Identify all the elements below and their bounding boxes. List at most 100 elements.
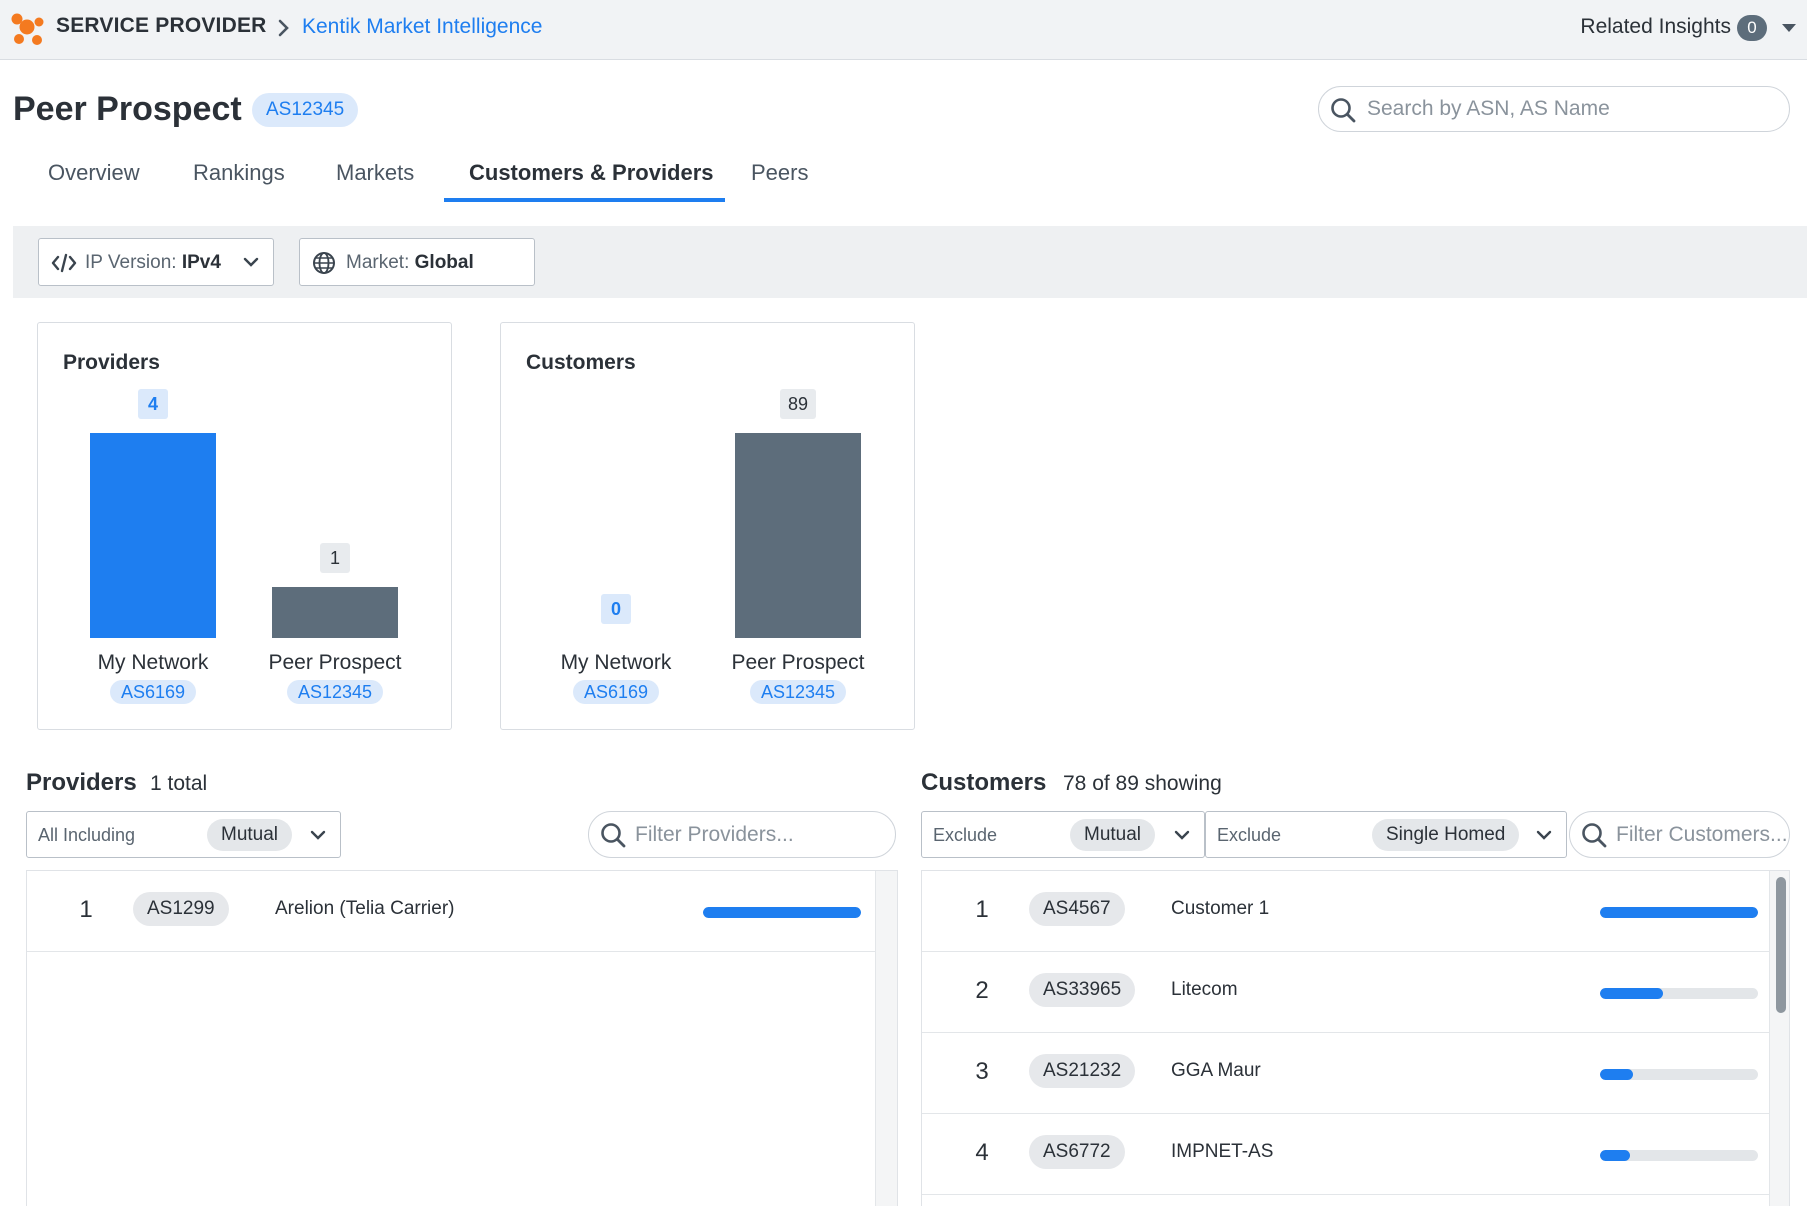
customers-scrollbar-thumb[interactable] [1776, 877, 1786, 1013]
chart-bar[interactable] [272, 587, 398, 638]
breadcrumb-app-link[interactable]: Kentik Market Intelligence [302, 15, 542, 39]
bar-asn-badge[interactable]: AS6169 [110, 680, 197, 704]
providers-filter[interactable] [588, 811, 896, 858]
bar-category-label: Peer Prospect [731, 651, 865, 674]
kentik-logo-icon[interactable] [10, 12, 46, 48]
providers-chart-title: Providers [63, 351, 160, 374]
row-share-fill [1600, 1150, 1631, 1161]
tab-rankings[interactable]: Rankings [193, 160, 285, 186]
active-tab-indicator [444, 198, 725, 202]
row-share-fill [703, 907, 861, 918]
tab-markets[interactable]: Markets [336, 160, 414, 186]
chart-bar[interactable] [735, 433, 861, 638]
customers-showing: 78 of 89 showing [1063, 772, 1222, 795]
customers-select1-chip: Mutual [1070, 819, 1156, 851]
ip-version-dropdown[interactable]: IP Version: IPv4 [38, 238, 274, 286]
providers-chart-card: Providers 4 My Network AS6169 1 Peer Prospec… [37, 322, 452, 730]
bar-category-label: My Network [560, 651, 672, 674]
chart-bar[interactable] [90, 433, 216, 638]
chevron-down-icon [310, 830, 326, 840]
table-row[interactable]: 4 AS6772 IMPNET-AS [922, 1114, 1769, 1195]
providers-table: 1 AS1299 Arelion (Telia Carrier) [26, 870, 898, 1206]
row-rank: 4 [975, 1139, 989, 1166]
customers-filter-input[interactable] [1616, 819, 1789, 851]
code-icon [51, 253, 77, 273]
breadcrumb-section: SERVICE PROVIDER [56, 14, 267, 37]
row-share-fill [1600, 988, 1664, 999]
related-insights-count-badge: 0 [1737, 15, 1767, 41]
bar-asn-badge[interactable]: AS12345 [287, 680, 384, 704]
customers-select2-chip: Single Homed [1372, 819, 1520, 851]
providers-scrollbar[interactable] [875, 871, 897, 1206]
row-share-bar [1600, 1069, 1758, 1080]
related-insights-label[interactable]: Related Insights [1580, 15, 1731, 39]
bar-value-label: 1 [320, 543, 350, 573]
tab-peers[interactable]: Peers [751, 160, 808, 186]
providers-section-title: Providers [26, 769, 137, 796]
customers-chart-card: Customers 0 My Network AS6169 89 Peer Prospe… [500, 322, 915, 730]
row-share-fill [1600, 907, 1758, 918]
row-asn[interactable]: AS6772 [1029, 1135, 1125, 1169]
caret-down-icon[interactable] [1781, 22, 1797, 34]
page-title: Peer Prospect [13, 90, 242, 128]
customers-chart-title: Customers [526, 351, 636, 374]
customers-filter[interactable] [1569, 811, 1790, 858]
customers-table: 1 AS4567 Customer 1 2 AS33965 Litecom 3 … [921, 870, 1790, 1206]
row-as-name: GGA Maur [1171, 1060, 1261, 1081]
row-share-bar [703, 907, 861, 918]
bar-asn-badge[interactable]: AS6169 [573, 680, 660, 704]
row-as-name: Customer 1 [1171, 898, 1270, 919]
filter-bar: IP Version: IPv4 Market: Global [13, 226, 1807, 298]
providers-select-prefix: All Including [38, 825, 136, 845]
ip-version-value: IPv4 [181, 252, 221, 273]
providers-total: 1 total [150, 772, 208, 795]
bar-category-label: Peer Prospect [268, 651, 402, 674]
search-icon [1582, 823, 1607, 848]
row-rank: 1 [79, 896, 93, 923]
row-share-fill [1600, 1069, 1634, 1080]
providers-relationship-select[interactable]: All Including Mutual [26, 811, 341, 858]
providers-select-chip: Mutual [207, 819, 293, 851]
chevron-down-icon [243, 257, 259, 267]
tab-customers-providers[interactable]: Customers & Providers [469, 160, 714, 186]
table-row[interactable]: 3 AS21232 GGA Maur [922, 1033, 1769, 1114]
customers-section-title: Customers [921, 769, 1047, 796]
table-row[interactable]: 1 AS1299 Arelion (Telia Carrier) [27, 871, 875, 952]
customers-mutual-select[interactable]: Exclude Mutual [921, 811, 1205, 858]
market-label: Market: [346, 252, 410, 273]
row-rank: 2 [975, 977, 989, 1004]
row-as-name: IMPNET-AS [1171, 1141, 1274, 1162]
row-as-name: Arelion (Telia Carrier) [275, 898, 455, 919]
row-asn[interactable]: AS4567 [1029, 892, 1125, 926]
customers-scrollbar[interactable] [1769, 871, 1789, 1206]
chevron-down-icon [1536, 830, 1552, 840]
bar-value-label: 89 [780, 389, 817, 419]
customers-select1-prefix: Exclude [933, 825, 998, 845]
bar-value-label: 0 [601, 594, 631, 624]
asn-search-box[interactable] [1318, 86, 1790, 132]
chevron-down-icon [1174, 830, 1190, 840]
row-share-bar [1600, 988, 1758, 999]
bar-asn-badge[interactable]: AS12345 [750, 680, 847, 704]
bar-category-label: My Network [97, 651, 209, 674]
asn-search-input[interactable] [1367, 93, 1767, 125]
row-share-bar [1600, 907, 1758, 918]
row-asn[interactable]: AS21232 [1029, 1054, 1136, 1088]
providers-filter-input[interactable] [635, 819, 885, 851]
top-bar: SERVICE PROVIDER Kentik Market Intellige… [0, 0, 1807, 60]
search-icon [601, 823, 626, 848]
bar-value-label: 4 [138, 389, 168, 419]
table-row[interactable]: 2 AS33965 Litecom [922, 952, 1769, 1033]
globe-icon [313, 252, 335, 274]
row-asn[interactable]: AS33965 [1029, 973, 1136, 1007]
tab-overview[interactable]: Overview [48, 160, 140, 186]
market-value: Global [414, 252, 474, 273]
customers-homed-select[interactable]: Exclude Single Homed [1205, 811, 1567, 858]
market-dropdown[interactable]: Market: Global [299, 238, 535, 286]
row-asn[interactable]: AS1299 [133, 892, 229, 926]
row-share-bar [1600, 1150, 1758, 1161]
search-icon [1331, 98, 1356, 123]
table-row[interactable]: 1 AS4567 Customer 1 [922, 871, 1769, 952]
row-rank: 1 [975, 896, 989, 923]
ip-version-label: IP Version: [85, 252, 177, 273]
